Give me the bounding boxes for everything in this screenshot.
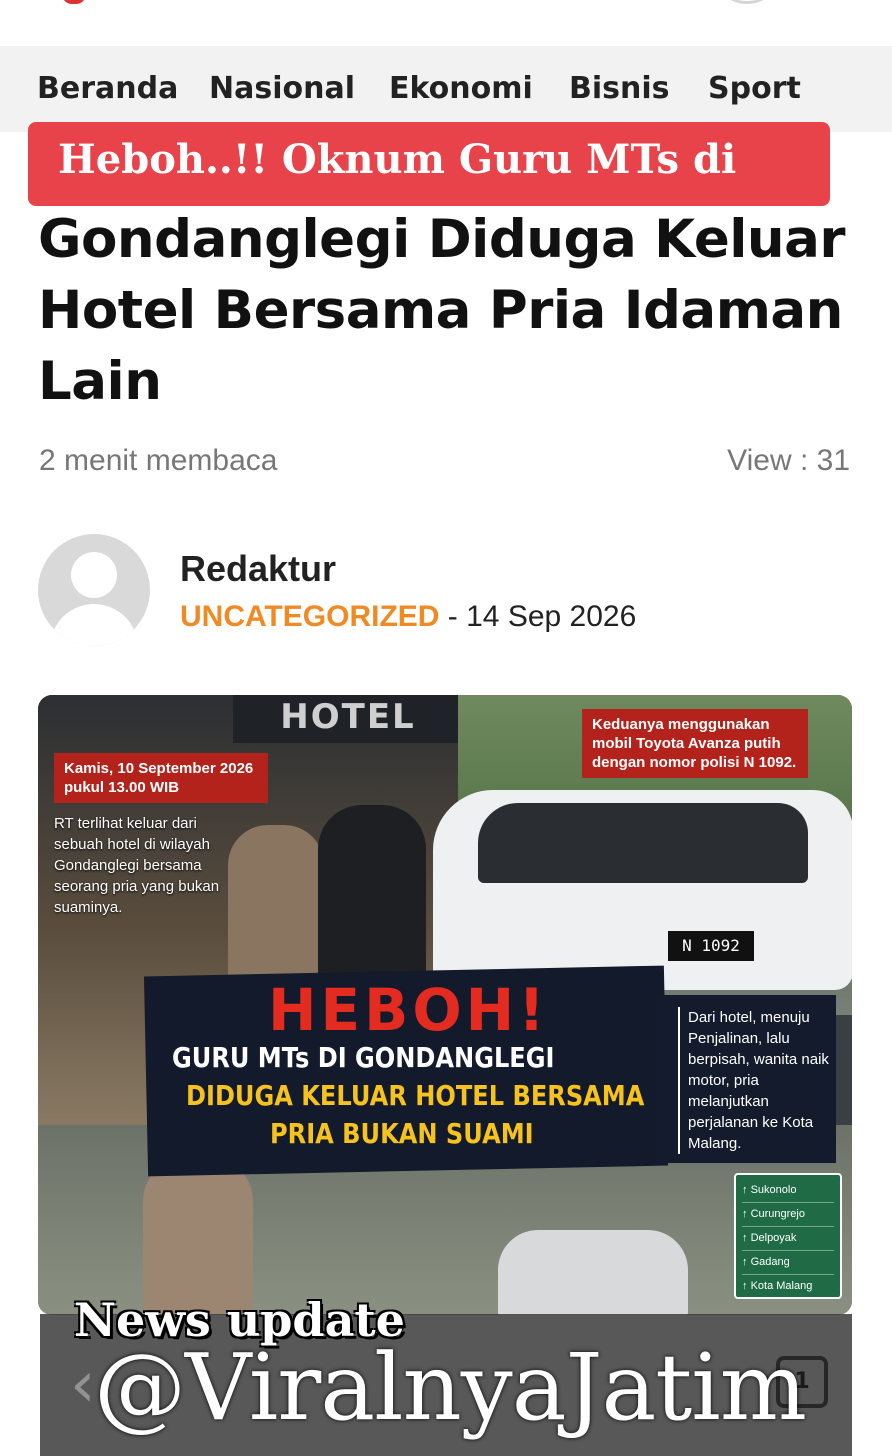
sign-label: Gadang	[750, 1256, 790, 1268]
car-window-shape	[478, 803, 808, 883]
avatar-head-shape	[71, 552, 117, 598]
man-figure	[318, 805, 426, 995]
avatar-body-shape	[50, 604, 138, 646]
author-name[interactable]: Redaktur	[180, 548, 336, 590]
route-note: Dari hotel, menuju Penjalinan, lalu berp…	[678, 1007, 838, 1154]
sign-label: Kota Malang	[750, 1280, 813, 1292]
sign-row: ↑ Curungrejo	[742, 1203, 834, 1227]
author-meta: UNCATEGORIZED - 14 Sep 2026	[180, 598, 636, 636]
article-title-highlight: Heboh..!! Oknum Guru MTs di	[58, 136, 737, 183]
article-page: Beranda Nasional Ekonomi Bisnis Sport He…	[0, 0, 892, 1456]
watermark-handle: @ViralnyaJatim	[94, 1334, 807, 1441]
sign-row: ↑ Gadang	[742, 1251, 834, 1275]
sign-label: Sukonolo	[750, 1184, 797, 1196]
license-plate: N 1092	[668, 931, 754, 961]
hotel-sign: HOTEL	[233, 695, 463, 743]
headline-line-3: PRIA BUKAN SUAMI	[270, 1117, 534, 1150]
headline-big: HEBOH!	[268, 976, 549, 1044]
headline-line-1: GURU MTs DI GONDANGLEGI	[172, 1041, 555, 1074]
browser-back-icon[interactable]: ‹	[70, 1350, 96, 1420]
headline-line-2: DIDUGA KELUAR HOTEL BERSAMA	[186, 1079, 645, 1112]
sign-row: ↑ Sukonolo	[742, 1179, 834, 1203]
sign-label: Curungrejo	[750, 1208, 805, 1220]
nav-item-ekonomi[interactable]: Ekonomi	[389, 70, 533, 108]
view-count: View : 31	[727, 444, 850, 477]
nav-item-nasional[interactable]: Nasional	[209, 70, 355, 108]
car-tag: Keduanya menggunakan mobil Toyota Avanza…	[582, 709, 808, 778]
read-time: 2 menit membaca	[39, 444, 278, 477]
author-avatar[interactable]	[38, 534, 150, 646]
site-logo[interactable]	[62, 0, 86, 4]
road-signpost: ↑ Sukonolo ↑ Curungrejo ↑ Delpoyak ↑ Gad…	[734, 1173, 842, 1299]
header-menu-icon[interactable]	[726, 0, 768, 4]
article-image[interactable]: HOTEL N 1092 Kamis, 10 September 2026 pu…	[38, 695, 852, 1315]
publish-date: 14 Sep 2026	[466, 600, 637, 633]
sign-row: ↑ Delpoyak	[742, 1227, 834, 1251]
article-title: Gondanglegi Diduga Keluar Hotel Bersama …	[38, 209, 846, 412]
category-link[interactable]: UNCATEGORIZED	[180, 600, 439, 633]
left-note: RT terlihat keluar dari sebuah hotel di …	[54, 815, 220, 916]
nav-item-sport[interactable]: Sport	[708, 70, 801, 108]
sign-row: ↑ Kota Malang	[742, 1280, 813, 1292]
nav-item-beranda[interactable]: Beranda	[37, 70, 178, 108]
meta-separator: -	[439, 600, 467, 633]
date-tag: Kamis, 10 September 2026 pukul 13.00 WIB	[54, 753, 268, 803]
car-rear-shape	[498, 1230, 688, 1315]
site-header	[0, 0, 892, 46]
sign-label: Delpoyak	[750, 1232, 797, 1244]
nav-item-bisnis[interactable]: Bisnis	[569, 70, 670, 108]
